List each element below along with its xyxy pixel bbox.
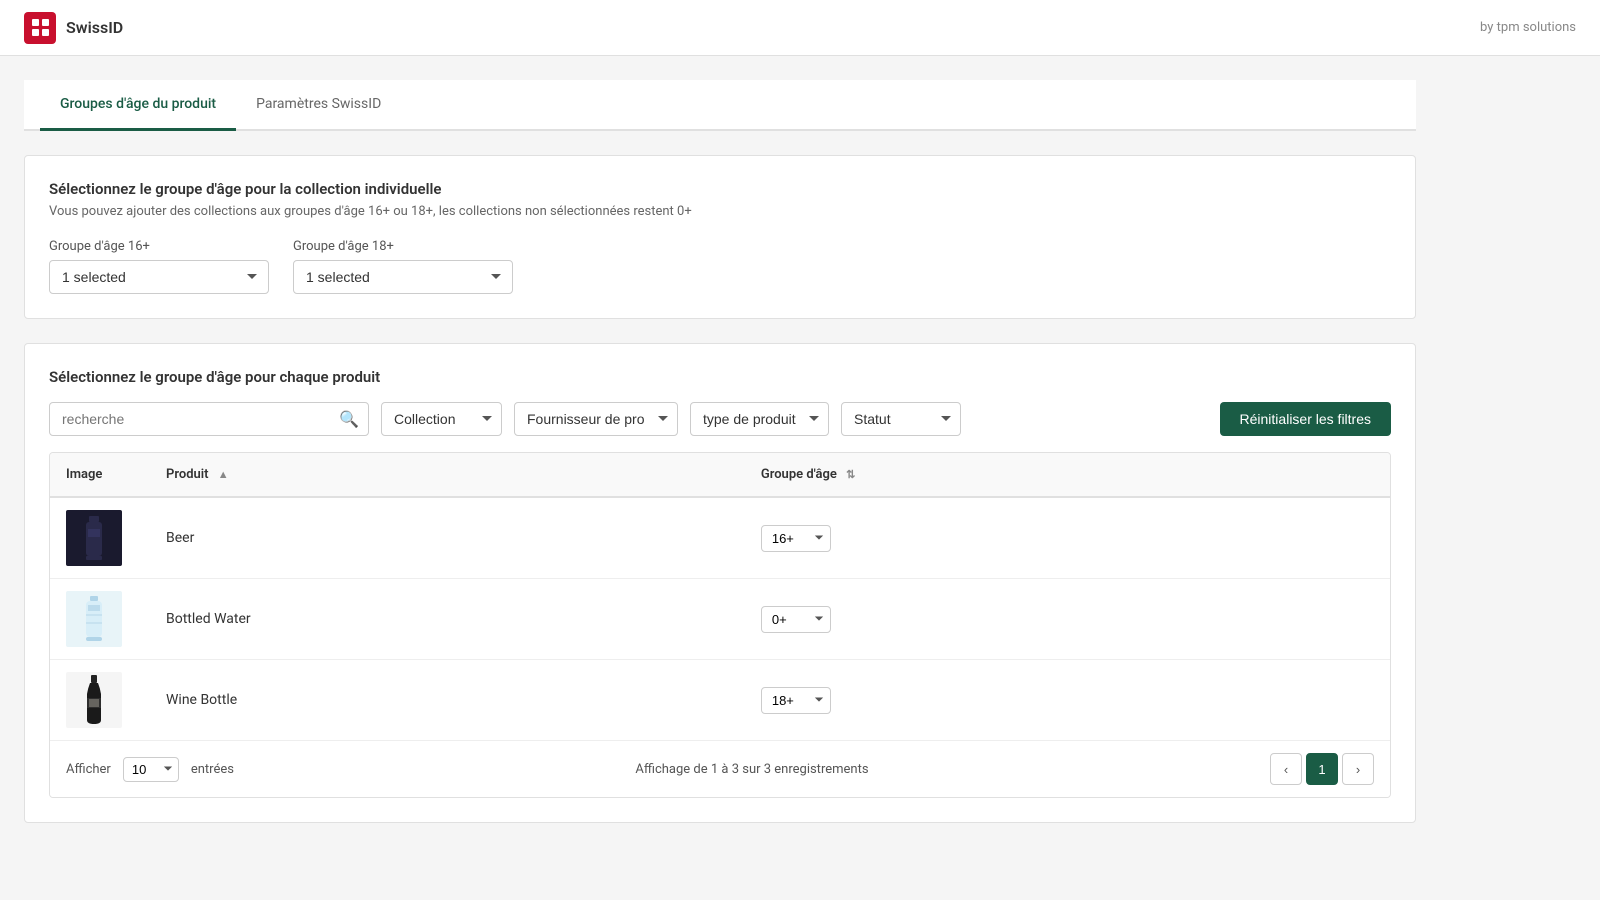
pagination-row: Afficher 10 25 50 100 entrées Affichage … [50,740,1390,797]
age-select-water[interactable]: 0+ 16+ 18+ [761,606,831,633]
entries-label: entrées [191,762,234,777]
logo-dot-4 [42,29,49,36]
age-sort-icon: ⇅ [846,468,855,481]
search-icon: 🔍 [339,410,359,429]
cell-product-wine: Wine Bottle [150,660,745,741]
section2-card: Sélectionnez le groupe d'âge pour chaque… [24,343,1416,823]
group18-label: Groupe d'âge 18+ [293,239,513,254]
page-1-button[interactable]: 1 [1306,753,1338,785]
cell-age-water: 0+ 16+ 18+ [745,579,1390,660]
cell-age-wine: 0+ 16+ 18+ [745,660,1390,741]
search-wrapper: 🔍 [49,402,369,436]
dropdowns-row: Groupe d'âge 16+ 1 selected Groupe d'âge… [49,239,1391,294]
header-left: SwissID [24,12,123,44]
pagination-info: Affichage de 1 à 3 sur 3 enregistrements [246,762,1258,777]
table-header-row: Image Produit ▲ Groupe d'âge ⇅ [50,453,1390,497]
tabs-bar: Groupes d'âge du produit Paramètres Swis… [24,80,1416,131]
group18-select[interactable]: 1 selected [293,260,513,294]
cell-product-water: Bottled Water [150,579,745,660]
pagination-show-label: Afficher [66,762,111,777]
cell-image-water [50,579,150,660]
age-select-beer[interactable]: 0+ 16+ 18+ [761,525,831,552]
per-page-select[interactable]: 10 25 50 100 [123,757,179,782]
main-content: Groupes d'âge du produit Paramètres Swis… [0,56,1440,871]
col-age[interactable]: Groupe d'âge ⇅ [745,453,1390,497]
wine-bottle-svg [83,674,105,726]
table-body: Beer 0+ 16+ 18+ [50,497,1390,740]
product-image-wine [66,672,122,728]
group16-dropdown-group: Groupe d'âge 16+ 1 selected [49,239,269,294]
product-image-water [66,591,122,647]
col-product[interactable]: Produit ▲ [150,453,745,497]
collection-filter[interactable]: Collection Collection A Collection B [381,402,502,436]
statut-filter[interactable]: Statut Actif Inactif [841,402,961,436]
product-image-beer [66,510,122,566]
beer-bottle-svg [80,514,108,562]
table-row: Bottled Water 0+ 16+ 18+ [50,579,1390,660]
section1-subtitle: Vous pouvez ajouter des collections aux … [49,204,1391,219]
logo-dot-2 [42,19,49,26]
section1-card: Sélectionnez le groupe d'âge pour la col… [24,155,1416,319]
tab-params[interactable]: Paramètres SwissID [236,80,401,131]
fournisseur-filter[interactable]: Fournisseur de pro Fournisseur A Fournis… [514,402,678,436]
products-table: Image Produit ▲ Groupe d'âge ⇅ [50,453,1390,740]
section1-title: Sélectionnez le groupe d'âge pour la col… [49,180,1391,198]
filters-row: 🔍 Collection Collection A Collection B F… [49,402,1391,436]
cell-product-beer: Beer [150,497,745,579]
logo-dots [32,19,49,36]
tab-age-groups[interactable]: Groupes d'âge du produit [40,80,236,131]
section2-title: Sélectionnez le groupe d'âge pour chaque… [49,368,1391,386]
header: SwissID by tpm solutions [0,0,1600,56]
cell-age-beer: 0+ 16+ 18+ [745,497,1390,579]
table-row: Beer 0+ 16+ 18+ [50,497,1390,579]
reset-filters-button[interactable]: Réinitialiser les filtres [1220,402,1391,436]
product-sort-icon: ▲ [218,468,229,481]
app-title: SwissID [66,18,123,37]
prev-page-button[interactable]: ‹ [1270,753,1302,785]
table-row: Wine Bottle 0+ 16+ 18+ [50,660,1390,741]
cell-image-wine [50,660,150,741]
water-bottle-svg [83,595,105,643]
type-filter[interactable]: type de produit Type A Type B [690,402,829,436]
col-image: Image [50,453,150,497]
age-select-wine[interactable]: 0+ 16+ 18+ [761,687,831,714]
group16-select[interactable]: 1 selected [49,260,269,294]
cell-image-beer [50,497,150,579]
search-input[interactable] [49,402,369,436]
logo-dot-1 [32,19,39,26]
logo-dot-3 [32,29,39,36]
pagination-buttons: ‹ 1 › [1270,753,1374,785]
next-page-button[interactable]: › [1342,753,1374,785]
header-byline: by tpm solutions [1480,20,1576,35]
swissid-logo-icon [24,12,56,44]
products-table-wrapper: Image Produit ▲ Groupe d'âge ⇅ [49,452,1391,798]
group18-dropdown-group: Groupe d'âge 18+ 1 selected [293,239,513,294]
group16-label: Groupe d'âge 16+ [49,239,269,254]
